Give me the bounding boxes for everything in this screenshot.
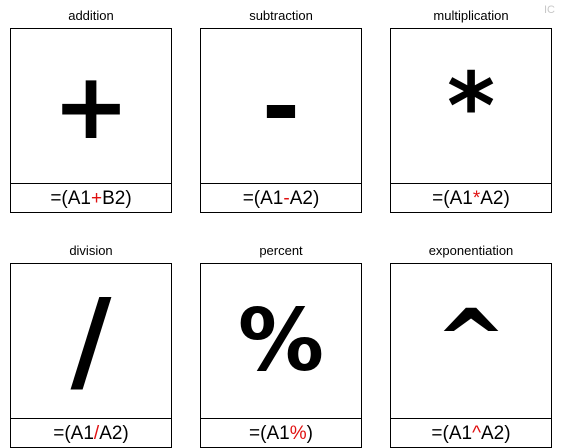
formula-prefix: =(A1 [249, 423, 290, 444]
card-title: subtraction [249, 8, 313, 23]
card-box: / =(A1/A2) [10, 263, 172, 448]
card-exponentiation: exponentiation ^ =(A1^A2) [390, 241, 552, 448]
formula-prefix: =(A1 [50, 188, 91, 209]
asterisk-symbol: * [446, 52, 496, 160]
formula-suffix: A2) [289, 188, 320, 209]
card-title: exponentiation [428, 243, 514, 258]
formula-operator: % [289, 423, 307, 444]
card-title: percent [259, 243, 303, 258]
slash-symbol: / [70, 276, 112, 406]
formula-prefix: =(A1 [432, 188, 473, 209]
formula: =(A1*A2) [391, 183, 551, 213]
formula-suffix: ) [306, 423, 313, 444]
card-percent: percent % =(A1%) [200, 241, 362, 448]
formula: =(A1^A2) [391, 418, 551, 448]
formula-operator: + [90, 188, 103, 209]
card-title: division [69, 243, 113, 258]
card-addition: addition + =(A1+B2) [10, 6, 172, 213]
formula-operator: ^ [472, 423, 481, 444]
formula-prefix: =(A1 [53, 423, 94, 444]
card-title: multiplication [433, 8, 509, 23]
card-box: % =(A1%) [200, 263, 362, 448]
caret-symbol: ^ [434, 291, 508, 391]
card-title: addition [68, 8, 114, 23]
minus-symbol: - [261, 52, 301, 160]
formula: =(A1-A2) [201, 183, 361, 213]
formula: =(A1+B2) [11, 183, 171, 213]
formula: =(A1/A2) [11, 418, 171, 448]
formula: =(A1%) [201, 418, 361, 448]
formula-prefix: =(A1 [431, 423, 473, 444]
card-box: - =(A1-A2) [200, 28, 362, 213]
percent-symbol: % [237, 291, 325, 391]
card-box: * =(A1*A2) [390, 28, 552, 213]
plus-symbol: + [52, 52, 130, 160]
card-subtraction: subtraction - =(A1-A2) [200, 6, 362, 213]
formula-suffix: A2) [481, 423, 511, 444]
card-box: ^ =(A1^A2) [390, 263, 552, 448]
formula-suffix: A2) [480, 188, 510, 209]
card-multiplication: multiplication * =(A1*A2) [390, 6, 552, 213]
formula-prefix: =(A1 [242, 188, 284, 209]
card-box: + =(A1+B2) [10, 28, 172, 213]
formula-suffix: A2) [99, 423, 129, 444]
formula-suffix: B2) [102, 188, 132, 209]
card-division: division / =(A1/A2) [10, 241, 172, 448]
